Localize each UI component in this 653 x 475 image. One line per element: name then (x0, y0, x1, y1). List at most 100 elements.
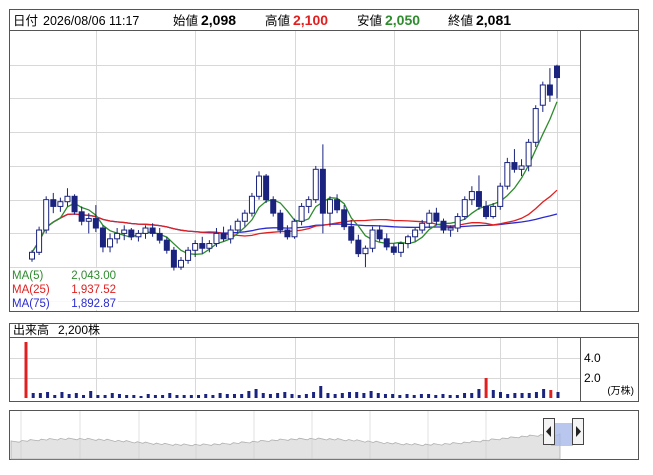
stock-chart-widget: 日付 2026/08/06 11:17 始値 2,098 高値 2,100 安値… (0, 0, 653, 470)
candle-body-up (256, 175, 263, 197)
volume-label: 出来高 (13, 322, 49, 337)
volume-bar (427, 394, 431, 398)
candle-body-up (114, 232, 121, 240)
volume-bar (391, 394, 395, 398)
candle-body-down (390, 246, 397, 253)
volume-bar (506, 394, 510, 398)
candle-body-down (554, 65, 560, 79)
volume-bar (470, 393, 474, 398)
volume-bar (261, 393, 265, 398)
candle-body-down (99, 227, 106, 248)
volume-bar (312, 392, 316, 398)
candle-body-up (419, 222, 426, 231)
price-panel-frame (9, 9, 639, 312)
volume-tick-label: 4.0 (584, 351, 601, 365)
candle-body-down (546, 84, 553, 96)
candle-body-up (504, 162, 511, 187)
date-label: 日付 (13, 14, 38, 28)
volume-bar (240, 394, 244, 398)
candle-body-down (319, 168, 326, 214)
volume-bar (38, 393, 42, 398)
candle (277, 209, 284, 234)
candle-body-up (312, 168, 319, 201)
candle-body-up (57, 201, 64, 207)
candle-body-down (355, 239, 362, 255)
volume-bar (355, 392, 359, 398)
close-value: 2,081 (476, 12, 511, 28)
candle (71, 194, 78, 215)
candle (43, 196, 50, 234)
high-label: 高値 (265, 13, 290, 28)
candle (461, 196, 468, 220)
candle (263, 174, 270, 204)
candle-body-down (170, 249, 177, 268)
volume-bar (24, 342, 28, 398)
candle-body-up (29, 251, 35, 260)
volume-bar (132, 395, 136, 398)
candle-body-up (142, 227, 149, 234)
volume-bar (491, 390, 495, 398)
volume-bar (304, 394, 308, 398)
candle-body-up (518, 165, 525, 170)
candle-body-down (263, 175, 270, 201)
candle-body-down (220, 232, 227, 240)
volume-bar (348, 392, 352, 398)
volume-bar (117, 394, 121, 398)
candle-body-up (305, 199, 312, 207)
candle-body-up (107, 238, 114, 248)
candle (312, 165, 319, 204)
volume-bar (455, 395, 459, 398)
volume-bar (254, 389, 258, 398)
volume-bar (376, 393, 380, 398)
volume-bar (53, 395, 57, 398)
volume-bar (362, 393, 366, 398)
candle-body-up (326, 199, 333, 214)
candle (170, 246, 177, 271)
volume-bar (232, 394, 236, 398)
low-value: 2,050 (385, 12, 420, 28)
candle-body-down (270, 199, 277, 214)
volume-bar (276, 393, 280, 398)
close-label: 終値 (448, 13, 473, 28)
volume-bar (448, 395, 452, 398)
date-value: 2026/08/06 11:17 (43, 14, 139, 28)
volume-bar (197, 395, 201, 398)
candle (36, 226, 43, 255)
candle-body-up (447, 227, 454, 231)
volume-bar (146, 394, 150, 398)
candle-body-up (135, 232, 142, 238)
volume-bar (125, 395, 129, 398)
candle-body-down (348, 226, 355, 241)
volume-bar (340, 393, 344, 398)
candle-body-up (206, 243, 213, 249)
volume-bar (441, 394, 445, 398)
candle-body-up (36, 229, 43, 253)
candle-body-down (483, 205, 490, 218)
volume-bar (268, 394, 272, 398)
candle-body-up (185, 249, 192, 261)
candle-body-down (376, 229, 383, 240)
candle-body-down (277, 212, 284, 231)
volume-bar (520, 393, 524, 398)
volume-bar (477, 389, 481, 398)
candle-body-down (440, 220, 447, 231)
candle-body-up (192, 243, 199, 251)
volume-bar (204, 394, 208, 398)
volume-bar (218, 393, 222, 398)
candle-body-down (334, 199, 341, 211)
open-label: 始値 (173, 13, 198, 28)
volume-bar (297, 395, 301, 398)
candle (291, 218, 298, 239)
volume-tick-label: 2.0 (584, 371, 601, 385)
ma25-legend-label: MA(25) (12, 284, 50, 296)
candle-body-up (454, 216, 461, 229)
candle (256, 171, 263, 200)
candle (497, 182, 504, 210)
candle-body-down (199, 243, 206, 249)
volume-bar (326, 393, 330, 398)
volume-bar (369, 391, 373, 398)
volume-bar (31, 393, 35, 398)
volume-bar (527, 393, 531, 398)
open-value: 2,098 (201, 12, 236, 28)
candle-body-up (497, 185, 504, 207)
